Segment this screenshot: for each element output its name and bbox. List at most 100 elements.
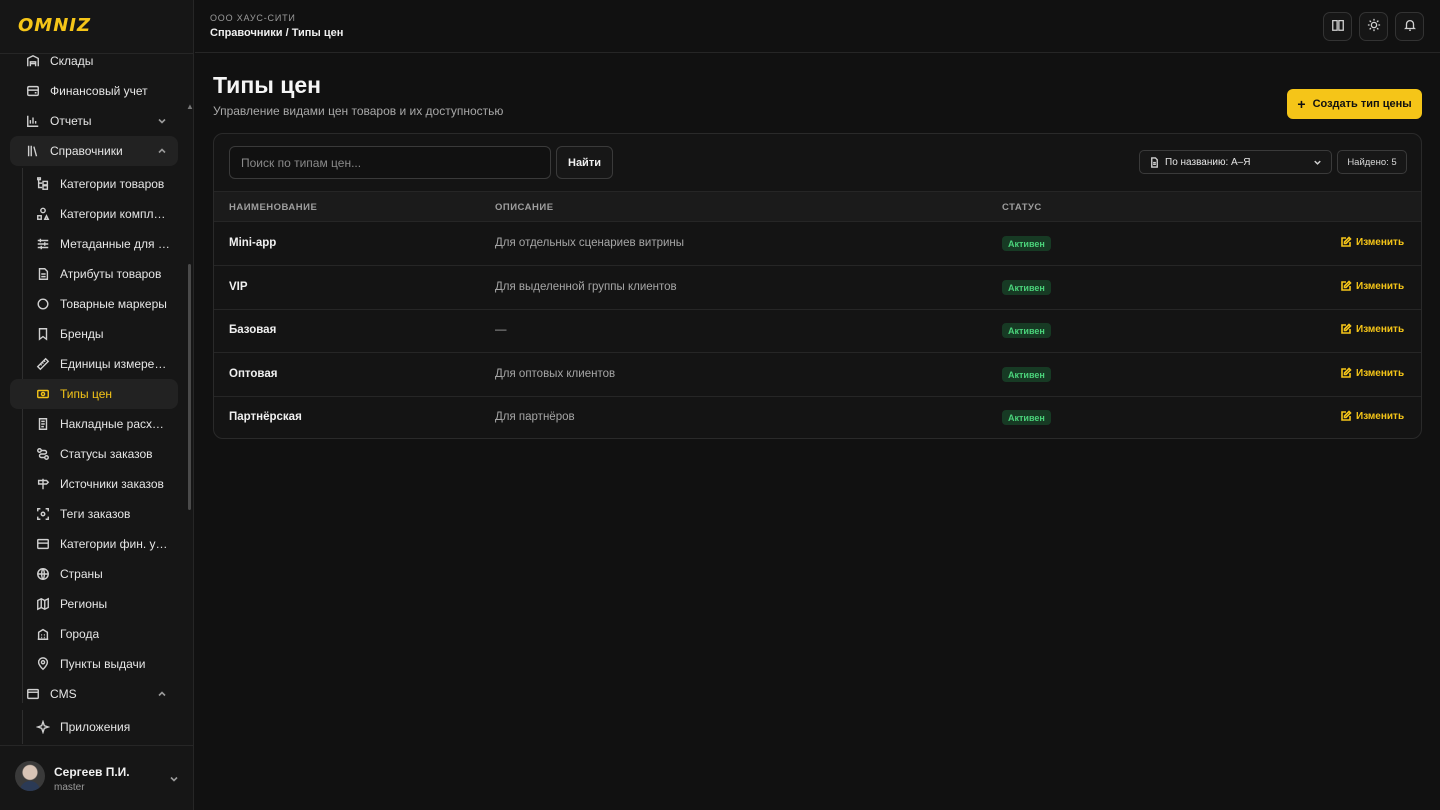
sidebar-item-brands[interactable]: Бренды	[10, 319, 178, 349]
sidebar-item-label: Статусы заказов	[60, 447, 153, 461]
table-row[interactable]: Партнёрская Для партнёров Активен Измени…	[214, 396, 1421, 438]
sidebar-item-product-categories[interactable]: Категории товаров	[10, 169, 178, 199]
sidebar-item-label: Типы цен	[60, 387, 113, 401]
sidebar-item-finance-categories[interactable]: Категории фин. учета	[10, 529, 178, 559]
sidebar-item-product-markers[interactable]: Товарные маркеры	[10, 289, 178, 319]
notifications-button[interactable]	[1395, 12, 1424, 41]
sidebar-item-countries[interactable]: Страны	[10, 559, 178, 589]
sidebar-item-label: Категории фин. учета	[60, 537, 170, 551]
library-icon	[26, 144, 40, 158]
sidebar-item-order-tags[interactable]: Теги заказов	[10, 499, 178, 529]
row-description: Для выделенной группы клиентов	[495, 281, 677, 293]
row-name: Партнёрская	[229, 411, 302, 423]
sidebar-item-apps[interactable]: Приложения	[10, 712, 178, 742]
create-price-type-button[interactable]: + Создать тип цены	[1287, 89, 1422, 119]
sidebar-item-label: Бренды	[60, 327, 104, 341]
sidebar-item-label: Справочники	[50, 144, 123, 158]
sidebar-item-label: Метаданные для вариантов	[60, 237, 170, 251]
create-button-label: Создать тип цены	[1312, 98, 1412, 110]
edit-icon	[1341, 367, 1352, 378]
sidebar-item-order-statuses[interactable]: Статусы заказов	[10, 439, 178, 469]
sidebar: OMNIZ ▲ Склады Финансовый учет Отчеты Сп…	[0, 0, 194, 810]
column-header-status[interactable]: СТАТУС	[1002, 202, 1042, 213]
sidebar-item-reports[interactable]: Отчеты	[10, 106, 178, 136]
sidebar-scrollbar[interactable]	[188, 264, 191, 510]
sidebar-item-pickup-points[interactable]: Пункты выдачи	[10, 649, 178, 679]
edit-button[interactable]: Изменить	[1340, 410, 1404, 422]
wallet-icon	[26, 84, 40, 98]
chevron-up-icon	[156, 145, 168, 157]
row-description: Для оптовых клиентов	[495, 368, 616, 380]
edit-icon	[1341, 236, 1352, 247]
logo[interactable]: OMNIZ	[18, 15, 92, 36]
sidebar-item-regions[interactable]: Регионы	[10, 589, 178, 619]
sidebar-item-kit-categories[interactable]: Категории комплектов	[10, 199, 178, 229]
docs-button[interactable]	[1323, 12, 1352, 41]
page-title: Типы цен	[213, 72, 322, 98]
search-input[interactable]	[229, 146, 551, 179]
circle-icon	[36, 297, 50, 311]
avatar	[15, 761, 45, 791]
sidebar-item-finance[interactable]: Финансовый учет	[10, 76, 178, 106]
page-subtitle: Управление видами цен товаров и их досту…	[213, 104, 504, 118]
edit-button[interactable]: Изменить	[1340, 367, 1404, 379]
sidebar-item-warehouses[interactable]: Склады	[10, 46, 178, 76]
sidebar-item-label: Регионы	[60, 597, 108, 611]
sidebar-item-label: Источники заказов	[60, 477, 164, 491]
sidebar-item-product-attributes[interactable]: Атрибуты товаров	[10, 259, 178, 289]
sidebar-item-variant-metadata[interactable]: Метаданные для вариантов	[10, 229, 178, 259]
sort-select[interactable]: По названию: А–Я	[1139, 150, 1332, 174]
chart-icon	[26, 114, 40, 128]
status-badge: Активен	[1002, 323, 1051, 338]
sidebar-item-label: Приложения	[60, 720, 131, 734]
edit-button[interactable]: Изменить	[1340, 280, 1404, 292]
sidebar-item-cms[interactable]: CMS	[10, 679, 178, 709]
sidebar-item-cities[interactable]: Города	[10, 619, 178, 649]
sparkle-icon	[36, 720, 50, 734]
table-row[interactable]: Mini-app Для отдельных сценариев витрины…	[214, 222, 1421, 266]
sidebar-item-price-types[interactable]: Типы цен	[10, 379, 178, 409]
table-row[interactable]: Базовая — Активен Изменить	[214, 309, 1421, 353]
file-icon	[36, 267, 50, 281]
column-header-description[interactable]: ОПИСАНИЕ	[495, 202, 554, 213]
edit-button[interactable]: Изменить	[1340, 236, 1404, 248]
globe-icon	[36, 567, 50, 581]
chevron-down-icon	[156, 115, 168, 127]
sidebar-item-order-sources[interactable]: Источники заказов	[10, 469, 178, 499]
sidebar-item-overheads[interactable]: Накладные расходы	[10, 409, 178, 439]
edit-icon	[1341, 280, 1352, 291]
bookmark-icon	[36, 327, 50, 341]
column-header-name[interactable]: НАИМЕНОВАНИЕ	[229, 202, 317, 213]
bell-icon	[1403, 18, 1417, 35]
table-row[interactable]: Оптовая Для оптовых клиентов Активен Изм…	[214, 353, 1421, 397]
user-menu[interactable]: Сергеев П.И. master	[0, 745, 194, 810]
row-name: Базовая	[229, 324, 277, 336]
user-role: master	[54, 782, 85, 793]
sidebar-item-label: Товарные маркеры	[60, 297, 167, 311]
organization-name: ООО ХАУС-СИТИ	[210, 13, 296, 23]
table-row[interactable]: VIP Для выделенной группы клиентов Актив…	[214, 266, 1421, 310]
sort-label: По названию: А–Я	[1165, 156, 1251, 168]
theme-toggle-button[interactable]	[1359, 12, 1388, 41]
sidebar-item-units[interactable]: Единицы измерения	[10, 349, 178, 379]
edit-button[interactable]: Изменить	[1340, 323, 1404, 335]
found-count-badge: Найдено: 5	[1337, 150, 1407, 174]
row-description: Для партнёров	[495, 411, 575, 423]
sidebar-item-label: Финансовый учет	[50, 84, 148, 98]
sliders-icon	[36, 237, 50, 251]
building-icon	[36, 627, 50, 641]
sidebar-item-label: Города	[60, 627, 100, 641]
sidebar-item-label: Атрибуты товаров	[60, 267, 162, 281]
status-badge: Активен	[1002, 280, 1051, 295]
chevron-down-icon	[168, 773, 180, 785]
find-button[interactable]: Найти	[556, 146, 613, 179]
sidebar-item-references[interactable]: Справочники	[10, 136, 178, 166]
sidebar-item-label: Склады	[50, 54, 94, 68]
scroll-up-icon[interactable]: ▲	[186, 102, 194, 111]
edit-label: Изменить	[1356, 367, 1405, 379]
card-icon	[36, 537, 50, 551]
pin-icon	[36, 657, 50, 671]
status-badge: Активен	[1002, 367, 1051, 382]
route-icon	[36, 447, 50, 461]
logo-text: OMNIZ	[18, 15, 92, 36]
